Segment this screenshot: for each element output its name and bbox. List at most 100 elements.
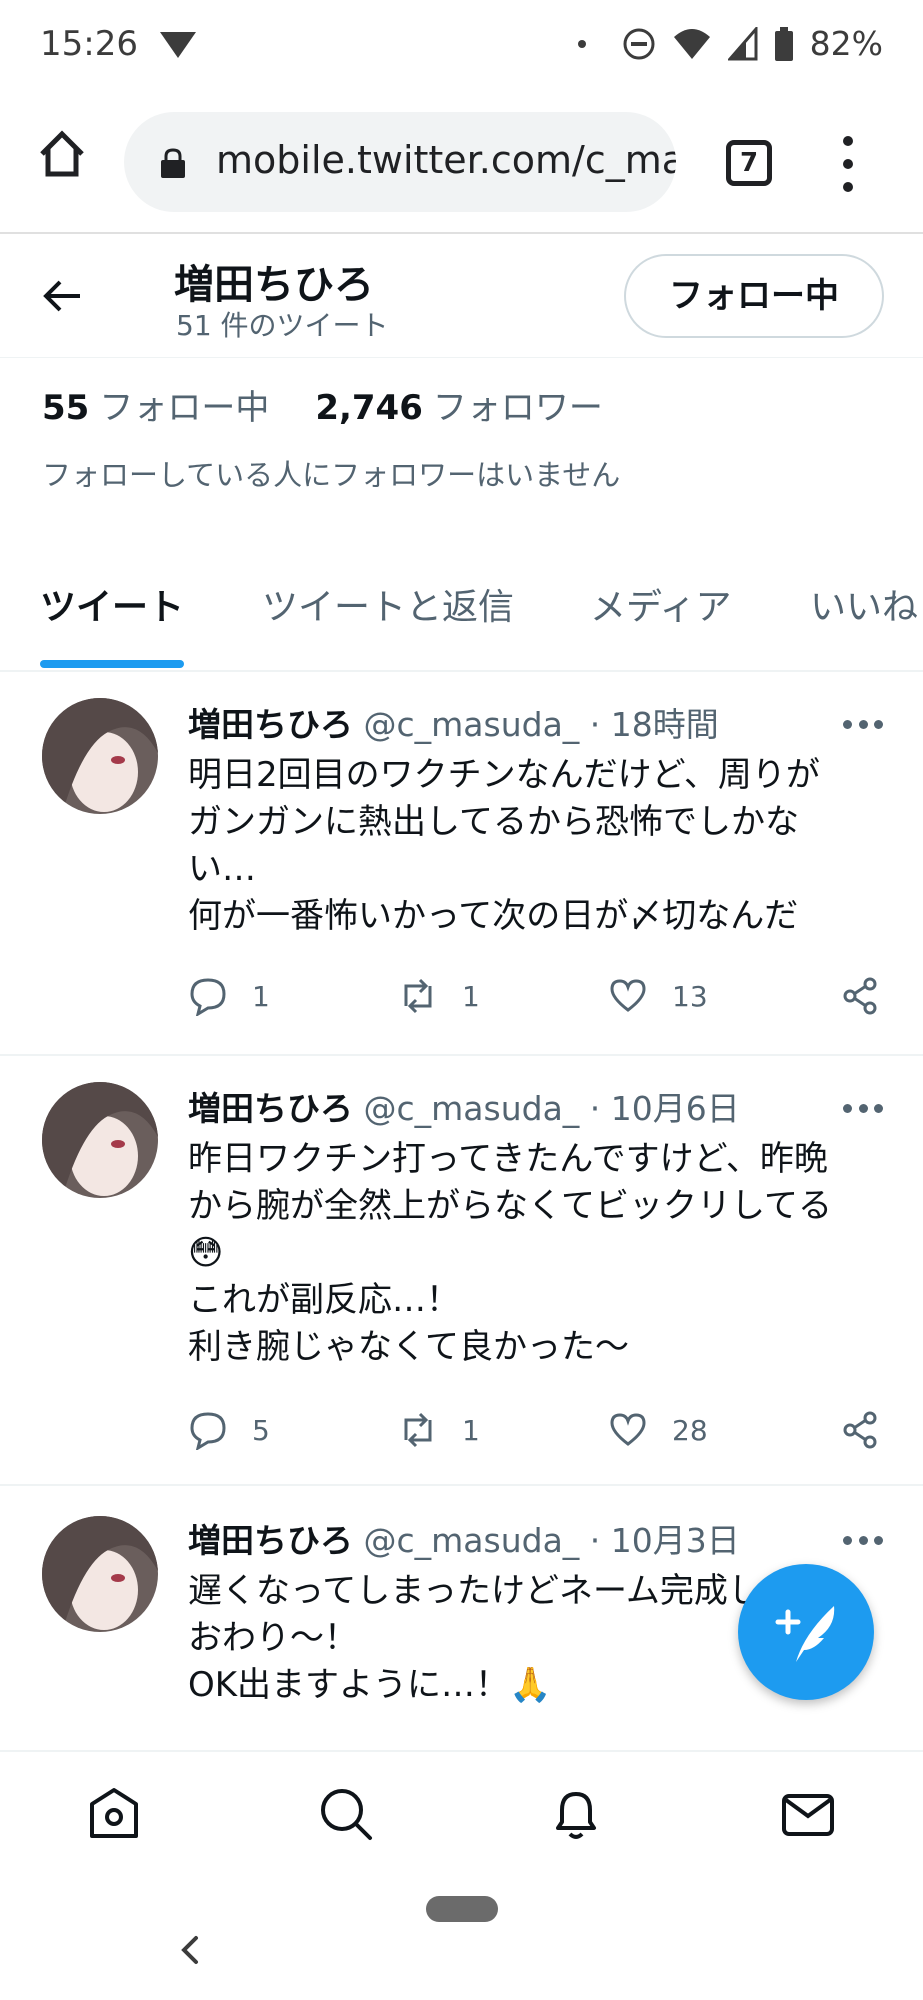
tweet-handle: @c_masuda_ — [363, 705, 580, 744]
retweet-icon — [404, 978, 432, 1014]
dot-icon — [843, 136, 853, 146]
search-icon[interactable] — [316, 1784, 376, 1844]
tweet-more-button[interactable] — [843, 1104, 883, 1114]
followers-link[interactable]: 2,746 フォロワー — [315, 380, 603, 429]
following-link[interactable]: 55 フォロー中 — [42, 380, 269, 429]
status-icons: 82% — [577, 24, 883, 63]
home-icon[interactable] — [84, 1784, 144, 1844]
tweet-line: 😳 — [188, 1233, 224, 1273]
battery-percent: 82% — [809, 24, 883, 63]
following-button[interactable]: フォロー中 — [624, 254, 884, 338]
mutual-followers-note: フォローしている人にフォロワーはいません — [42, 458, 621, 492]
like-button[interactable]: 28 — [608, 1410, 708, 1450]
reply-count: 5 — [252, 1413, 270, 1447]
tab-switcher-button[interactable]: 7 — [726, 140, 772, 186]
back-arrow-icon[interactable] — [40, 274, 84, 318]
system-navigation-bar — [0, 1876, 923, 2000]
retweet-count: 1 — [462, 979, 480, 1013]
battery-icon — [774, 26, 793, 61]
lock-icon — [161, 148, 185, 178]
tweet-line: 明日2回目のワクチンなんだけど、周りが — [188, 755, 820, 795]
status-bar: 15:26 82% — [0, 0, 923, 90]
share-button[interactable] — [840, 976, 880, 1016]
tweet[interactable]: 増田ちひろ @c_masuda_ · 10月6日 昨日ワクチン打ってきたんですけ… — [0, 1056, 923, 1486]
url-bar[interactable]: mobile.twitter.com/c_ma — [124, 112, 676, 212]
like-count: 28 — [672, 1413, 708, 1447]
tweet-time[interactable]: · 10月3日 — [590, 1521, 740, 1560]
tab-media[interactable]: メディア — [590, 578, 731, 630]
system-back-icon[interactable] — [176, 1930, 206, 1970]
signal-triangle-icon — [160, 32, 196, 58]
tweet-line: から腕が全然上がらなくてビックリしてる — [188, 1186, 832, 1226]
tweet-more-button[interactable] — [843, 1536, 883, 1546]
tweet-author-name[interactable]: 増田ちひろ — [188, 1521, 353, 1560]
reply-icon — [190, 1412, 226, 1450]
reply-icon — [190, 978, 226, 1016]
tweet-line: 何が一番怖いかって次の日が〆切なんだ — [188, 896, 799, 936]
avatar[interactable] — [42, 1516, 158, 1632]
share-button[interactable] — [840, 1410, 880, 1450]
tab-tweets[interactable]: ツイート — [40, 578, 184, 630]
tweet-line: 昨日ワクチン打ってきたんですけど、昨晩 — [188, 1139, 828, 1179]
retweet-icon — [404, 1412, 432, 1448]
dot-icon — [843, 182, 853, 192]
bottom-navigation — [0, 1750, 923, 1876]
dot-icon — [843, 159, 853, 169]
tweet[interactable]: 増田ちひろ @c_masuda_ · 18時間 明日2回目のワクチンなんだけど、… — [0, 674, 923, 1056]
profile-name: 増田ちひろ — [174, 262, 374, 308]
tweet-text: 明日2回目のワクチンなんだけど、周りが ガンガンに熱出してるから恐怖でしかな い… — [188, 752, 888, 940]
compose-tweet-button[interactable] — [738, 1564, 874, 1700]
retweet-button[interactable]: 1 — [398, 976, 480, 1016]
follow-stats: 55 フォロー中 2,746 フォロワー — [42, 380, 603, 429]
heart-icon — [610, 979, 646, 1012]
tweet-header: 増田ちひろ @c_masuda_ · 10月6日 — [188, 1082, 740, 1130]
active-tab-indicator — [40, 660, 184, 668]
reply-count: 1 — [252, 979, 270, 1013]
tweet-line: これが副反応…！ — [188, 1280, 460, 1320]
tab-tweets-and-replies[interactable]: ツイートと返信 — [262, 578, 514, 630]
status-time: 15:26 — [40, 24, 138, 64]
retweet-count: 1 — [462, 1413, 480, 1447]
following-label: フォロー中 — [99, 388, 270, 428]
tweet-line: い… — [188, 849, 256, 889]
share-icon — [843, 1411, 877, 1449]
wifi-icon — [673, 28, 710, 59]
retweet-button[interactable]: 1 — [398, 1410, 480, 1450]
url-text: mobile.twitter.com/c_ma — [216, 138, 676, 182]
tweet-header: 増田ちひろ @c_masuda_ · 10月3日 — [188, 1514, 740, 1562]
tweet-count: 51 件のツイート — [176, 309, 389, 342]
following-count: 55 — [42, 388, 90, 428]
tab-likes[interactable]: いいね — [810, 578, 918, 630]
mail-icon[interactable] — [778, 1784, 838, 1844]
tweet-author-name[interactable]: 増田ちひろ — [188, 1089, 353, 1128]
like-button[interactable]: 13 — [608, 976, 708, 1016]
tweet-handle: @c_masuda_ — [363, 1089, 580, 1128]
followers-count: 2,746 — [315, 388, 423, 428]
profile-header: 増田ちひろ 51 件のツイート フォロー中 — [0, 236, 923, 358]
tweet-time[interactable]: · 10月6日 — [590, 1089, 740, 1128]
bell-icon[interactable] — [546, 1784, 606, 1844]
tweet-time[interactable]: · 18時間 — [590, 705, 719, 744]
followers-label: フォロワー — [432, 388, 603, 428]
tweet-text: 昨日ワクチン打ってきたんですけど、昨晩 から腕が全然上がらなくてビックリしてる … — [188, 1136, 888, 1371]
tweet-author-name[interactable]: 増田ちひろ — [188, 705, 353, 744]
share-icon — [843, 977, 877, 1015]
browser-home-icon[interactable] — [36, 128, 88, 180]
like-count: 13 — [672, 979, 708, 1013]
home-gesture-pill[interactable] — [426, 1896, 498, 1922]
browser-menu-button[interactable] — [838, 136, 858, 192]
reply-button[interactable]: 1 — [188, 976, 270, 1016]
reply-button[interactable]: 5 — [188, 1410, 270, 1450]
cell-signal-icon — [727, 26, 758, 60]
browser-toolbar: mobile.twitter.com/c_ma 7 — [0, 90, 923, 234]
tweet-more-button[interactable] — [843, 720, 883, 730]
avatar[interactable] — [42, 1082, 158, 1198]
tweet-actions: 5 1 28 — [188, 1410, 888, 1458]
tweet-handle: @c_masuda_ — [363, 1521, 580, 1560]
dnd-icon — [623, 28, 655, 59]
compose-icon — [775, 1606, 835, 1662]
profile-tabs: ツイート ツイートと返信 メディア いいね — [0, 568, 923, 672]
avatar[interactable] — [42, 698, 158, 814]
heart-icon — [610, 1413, 646, 1446]
tweet-header: 増田ちひろ @c_masuda_ · 18時間 — [188, 698, 719, 746]
